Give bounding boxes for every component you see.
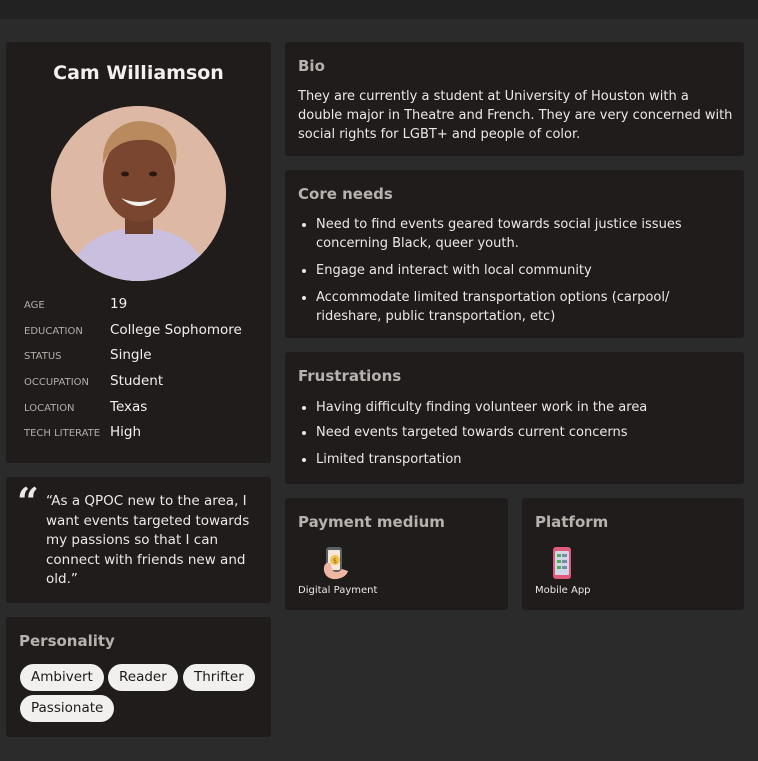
list-item: Engage and interact with local community <box>316 261 724 280</box>
bio-title: Bio <box>298 57 325 75</box>
svg-text:$: $ <box>333 557 337 565</box>
personality-title: Personality <box>19 632 115 650</box>
platform-label: Mobile App <box>535 585 591 596</box>
payment-label: Digital Payment <box>298 585 378 596</box>
info-value: 19 <box>110 296 128 312</box>
frustrations-title: Frustrations <box>298 367 402 385</box>
personality-tag: Thrifter <box>183 664 255 691</box>
bio-text: They are currently a student at Universi… <box>298 89 733 142</box>
info-key: TECH LITERATE <box>24 428 101 439</box>
info-key: AGE <box>24 300 45 311</box>
platform-title: Platform <box>535 513 609 531</box>
info-key: OCCUPATION <box>24 377 90 388</box>
phone-payment-icon: $ <box>321 545 351 581</box>
list-item: Limited transportation <box>316 450 736 469</box>
persona-name: Cam Williamson <box>53 62 224 84</box>
avatar <box>51 106 226 281</box>
info-value: Texas <box>110 399 148 415</box>
profile-card: Cam Williamson AGE 19 EDUCATION College … <box>6 42 271 463</box>
mobile-app-icon <box>552 546 572 580</box>
personality-tag: Passionate <box>20 695 115 722</box>
info-value: Student <box>110 373 164 389</box>
info-key: LOCATION <box>24 403 75 414</box>
info-key: EDUCATION <box>24 326 83 337</box>
list-item: Need to find events geared towards socia… <box>316 215 724 253</box>
quote-text: “As a QPOC new to the area, I want event… <box>46 493 250 587</box>
list-item: Having difficulty finding volunteer work… <box>316 398 736 417</box>
list-item: Accommodate limited transportation optio… <box>316 288 724 326</box>
personality-tag: Reader <box>108 664 178 691</box>
list-item: Need events targeted towards current con… <box>316 423 736 442</box>
personality-tag: Ambivert <box>20 664 104 691</box>
info-value: High <box>110 424 142 440</box>
avatar-portrait <box>51 106 226 281</box>
quote-mark-icon: “ <box>17 479 39 524</box>
info-value: Single <box>110 347 152 363</box>
info-value: College Sophomore <box>110 322 242 338</box>
info-key: STATUS <box>24 351 62 362</box>
core-needs-list: Need to find events geared towards socia… <box>298 215 724 326</box>
frustrations-list: Having difficulty finding volunteer work… <box>298 398 736 469</box>
payment-title: Payment medium <box>298 513 445 531</box>
core-needs-title: Core needs <box>298 185 393 203</box>
top-bar <box>0 0 758 19</box>
